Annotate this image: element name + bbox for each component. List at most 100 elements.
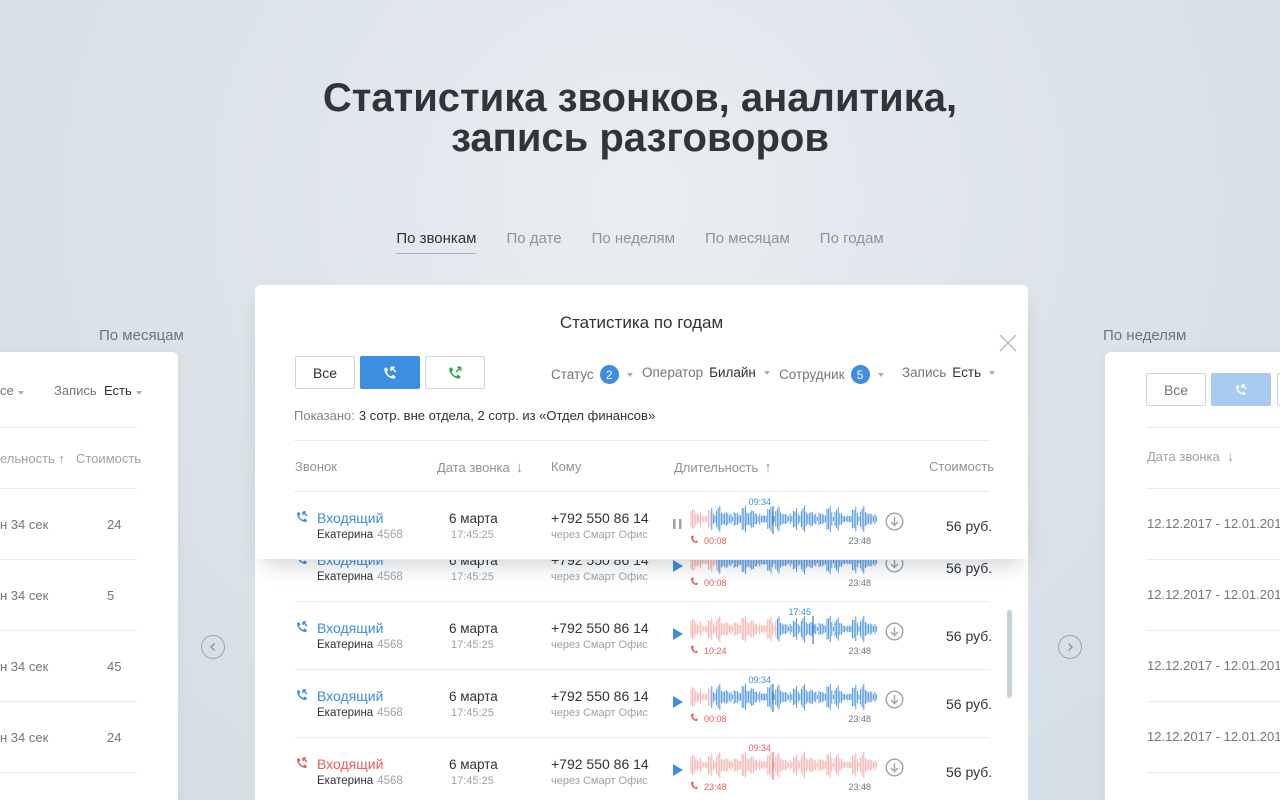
employee-ext: 4568 [377, 707, 403, 719]
tab-by-date[interactable]: По дате [506, 230, 561, 254]
prev-slide-button[interactable] [201, 635, 225, 659]
employee-name: Екатерина 4568 [317, 639, 403, 651]
col-duration[interactable]: Длительность ↑ [674, 459, 772, 476]
played-time: 00:08 [704, 536, 727, 546]
played-time: 00:08 [704, 714, 727, 724]
table-row[interactable]: Входящий Екатерина 4568 6 марта 17:45:25 … [295, 738, 995, 800]
via-label: через Смарт Офис [551, 529, 648, 541]
employee-ext: 4568 [377, 571, 403, 583]
table-row[interactable]: Входящий Екатерина 4568 6 марта 17:45:25 … [295, 602, 995, 670]
close-icon [999, 334, 1017, 352]
download-icon[interactable] [885, 622, 904, 641]
sort-up-icon: ↑ [764, 459, 772, 476]
via-label: через Смарт Офис [551, 775, 648, 787]
right-row-date: 12.12.2017 - 12.01.2018 [1147, 729, 1280, 744]
right-row-date: 12.12.2017 - 12.01.2018 [1147, 658, 1280, 673]
playhead-time: 09:34 [748, 676, 771, 685]
chevron-right-icon [1067, 642, 1074, 652]
col-to[interactable]: Кому [551, 459, 581, 474]
call-time: 17:45:25 [451, 571, 494, 583]
status-filter[interactable]: Статус 2 [551, 365, 633, 384]
call-cost: 56 руб. [946, 628, 993, 644]
download-icon[interactable] [885, 512, 904, 531]
call-time: 17:45:25 [451, 775, 494, 787]
total-time: 23:48 [848, 782, 871, 792]
call-cost: 56 руб. [946, 518, 993, 534]
right-panel-label: По неделям [1103, 327, 1187, 344]
total-time: 23:48 [848, 714, 871, 724]
call-date: 6 марта [449, 621, 498, 636]
left-row-duration: н 34 сек [0, 730, 49, 745]
call-date: 6 марта [449, 689, 498, 704]
employee-ext: 4568 [377, 639, 403, 651]
phone-icon [691, 713, 698, 721]
audio-waveform[interactable]: 17:45 10:24 23:48 [689, 608, 879, 660]
call-cost: 56 руб. [946, 696, 993, 712]
incoming-call-icon [297, 621, 308, 632]
next-slide-button[interactable] [1058, 635, 1082, 659]
call-cost: 56 руб. [946, 764, 993, 780]
status-count-badge: 2 [599, 365, 619, 384]
left-col-duration: ельность ↑ [0, 451, 65, 466]
right-preview-card[interactable]: Все Дата звонка ↓ 12.12.2017 - 12.01.201… [1105, 352, 1280, 800]
playhead-time: 09:34 [748, 744, 771, 753]
employee-name: Екатерина 4568 [317, 707, 403, 719]
left-row-cost: 5 [107, 588, 115, 603]
audio-waveform[interactable]: 09:34 23:48 23:48 [689, 744, 879, 796]
pause-icon[interactable] [673, 518, 683, 530]
col-date[interactable]: Дата звонка ↓ [437, 459, 523, 476]
call-type-link[interactable]: Входящий [317, 620, 383, 636]
tab-by-weeks[interactable]: По неделям [592, 230, 675, 254]
playhead-time: 17:45 [788, 608, 811, 617]
left-filter-fragment: се [0, 383, 24, 398]
employee-name: Екатерина 4568 [317, 775, 403, 787]
col-call[interactable]: Звонок [295, 459, 337, 474]
call-date: 6 марта [449, 757, 498, 772]
filter-all-button[interactable]: Все [295, 356, 355, 389]
left-panel-label: По месяцам [99, 327, 184, 344]
play-icon[interactable] [673, 764, 683, 776]
left-row-cost: 45 [107, 659, 122, 674]
total-time: 23:48 [848, 578, 871, 588]
tab-by-months[interactable]: По месяцам [705, 230, 790, 254]
playhead-time: 09:34 [748, 498, 771, 507]
call-type-link[interactable]: Входящий [317, 688, 383, 704]
record-filter[interactable]: Запись Есть [902, 365, 996, 380]
play-icon[interactable] [673, 628, 683, 640]
play-icon[interactable] [673, 560, 683, 572]
download-icon[interactable] [885, 690, 904, 709]
operator-filter[interactable]: Оператор Билайн [642, 365, 770, 380]
tab-by-calls[interactable]: По звонкам [396, 230, 477, 254]
left-row-duration: н 34 сек [0, 517, 49, 532]
call-time: 17:45:25 [451, 707, 494, 719]
audio-waveform[interactable]: 09:34 00:08 23:48 [689, 498, 879, 550]
call-type-link[interactable]: Входящий [317, 510, 383, 526]
chevron-left-icon [209, 642, 216, 652]
total-time: 23:48 [848, 536, 871, 546]
table-row[interactable]: Входящий Екатерина 4568 6 марта 17:45:25 … [295, 492, 995, 560]
left-preview-card[interactable]: се Запись Есть ельность ↑ Стоимость н 34… [0, 352, 178, 800]
played-time: 23:48 [704, 782, 727, 792]
audio-waveform[interactable]: 09:34 00:08 23:48 [689, 676, 879, 728]
chevron-down-icon [626, 372, 633, 377]
right-all-button[interactable]: Все [1146, 373, 1206, 406]
call-date: 6 марта [449, 511, 498, 526]
table-row[interactable]: Входящий Екатерина 4568 6 марта 17:45:25 … [295, 670, 995, 738]
left-row-duration: н 34 сек [0, 588, 49, 603]
phone-number: +792 550 86 14 [551, 620, 649, 636]
download-icon[interactable] [885, 758, 904, 777]
chevron-down-icon [763, 370, 770, 375]
table-scrollbar[interactable] [1007, 610, 1012, 698]
play-icon[interactable] [673, 696, 683, 708]
right-incoming-button[interactable] [1211, 373, 1271, 406]
left-row-duration: н 34 сек [0, 659, 49, 674]
incoming-call-icon [384, 365, 397, 379]
col-cost[interactable]: Стоимость [929, 459, 994, 474]
call-type-link[interactable]: Входящий [317, 756, 383, 772]
close-button[interactable] [998, 333, 1018, 353]
employee-filter[interactable]: Сотрудник 5 [779, 365, 884, 384]
filter-outgoing-button[interactable] [425, 356, 485, 389]
tab-by-years[interactable]: По годам [820, 230, 884, 254]
filter-incoming-button[interactable] [360, 356, 420, 389]
phone-number: +792 550 86 14 [551, 756, 649, 772]
